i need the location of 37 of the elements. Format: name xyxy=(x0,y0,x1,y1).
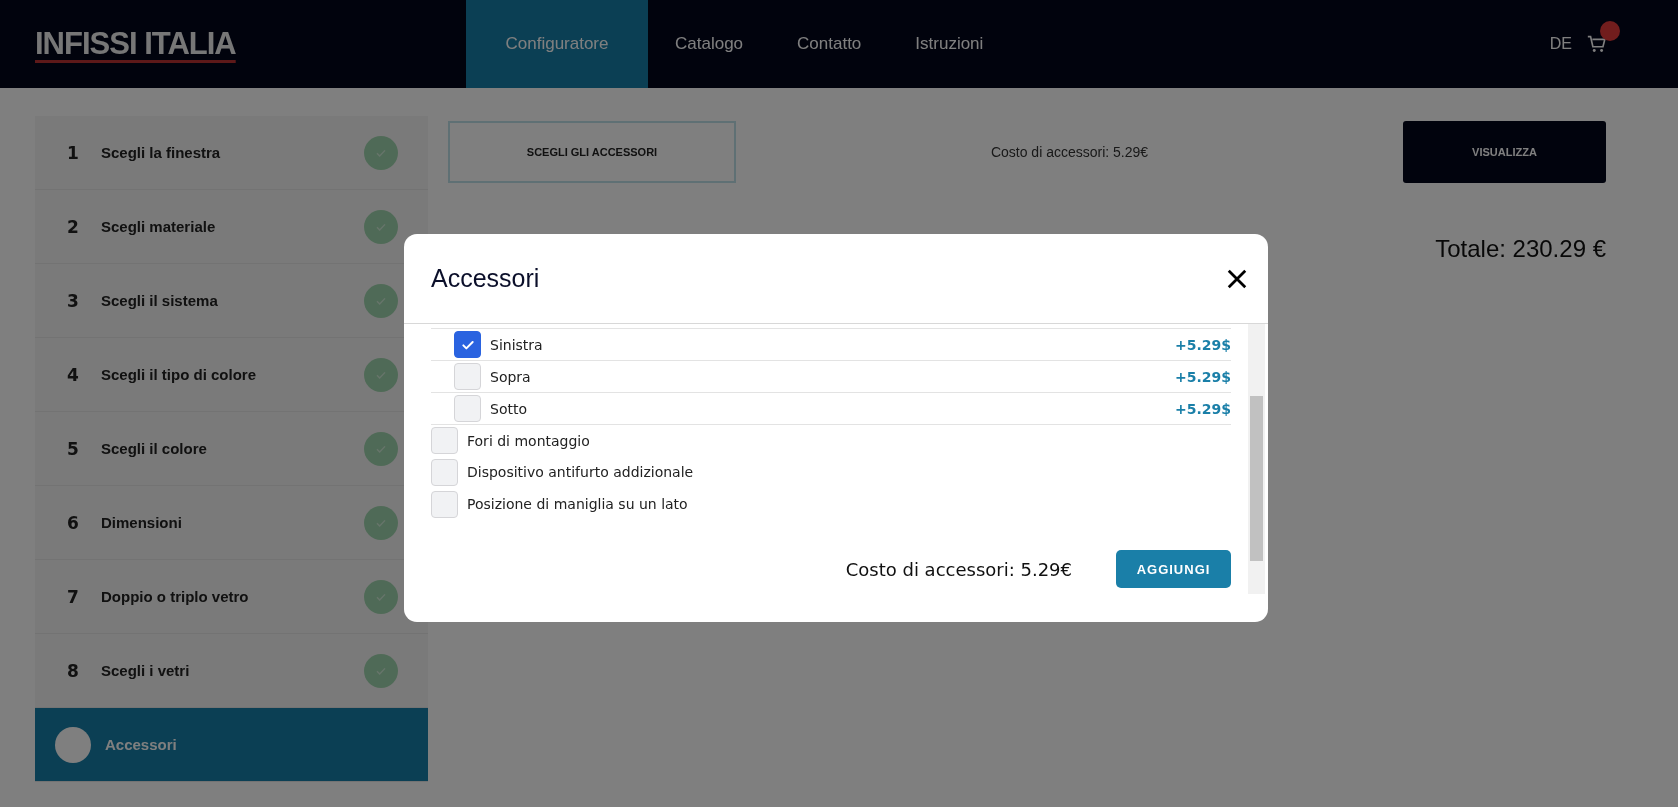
accessories-cost: Costo di accessori: 5.29€ xyxy=(990,144,1149,160)
cart-icon[interactable] xyxy=(1586,33,1608,55)
close-icon[interactable] xyxy=(1226,267,1248,290)
checkbox[interactable] xyxy=(454,331,481,358)
modal-title: Accessori xyxy=(431,264,540,293)
option-label: Dispositivo antifurto addizionale xyxy=(467,464,695,480)
nav-link[interactable]: Contatto xyxy=(770,0,889,88)
option-price: +5.29$ xyxy=(1175,336,1231,353)
option-price: +5.29$ xyxy=(1175,368,1231,385)
nav-link[interactable]: Catalogo xyxy=(648,0,771,88)
nav-link[interactable]: Istruzioni xyxy=(888,0,1011,88)
logo[interactable]: INFISSI ITALIA xyxy=(35,26,466,62)
cart-badge xyxy=(1600,21,1620,41)
step-number: 4 xyxy=(66,364,80,385)
option-price: +5.29$ xyxy=(1175,400,1231,417)
add-button[interactable]: AGGIUNGI xyxy=(1116,550,1231,588)
step-number: 1 xyxy=(66,142,80,163)
option-label: Sinistra xyxy=(490,336,544,353)
option-label: Posizione di maniglia su un lato xyxy=(467,496,689,512)
view-button[interactable]: VISUALIZZA xyxy=(1403,121,1606,183)
step-number: 5 xyxy=(66,438,80,459)
option-label: Sopra xyxy=(490,368,532,385)
step-number: 7 xyxy=(66,586,80,607)
choose-accessories-button[interactable]: SCEGLI GLI ACCESSORI xyxy=(448,121,736,183)
option-label: Fori di montaggio xyxy=(467,432,591,449)
language-link[interactable]: DE xyxy=(1549,35,1572,53)
step-item[interactable]: 1 Scegli la finestra xyxy=(35,116,428,190)
step-number: 3 xyxy=(66,290,80,311)
step-number: 8 xyxy=(66,660,80,681)
step-number: 2 xyxy=(66,216,80,237)
option-label: Sotto xyxy=(490,400,528,417)
nav-link[interactable]: Configuratore xyxy=(466,0,648,88)
step-item[interactable]: Accessori xyxy=(35,708,428,782)
step-number: 6 xyxy=(66,512,80,533)
scrollbar[interactable] xyxy=(1248,324,1265,594)
total-price: Totale: 230.29 € xyxy=(1434,235,1606,263)
accessories-cost: Costo di accessori: 5.29€ xyxy=(845,558,1072,580)
